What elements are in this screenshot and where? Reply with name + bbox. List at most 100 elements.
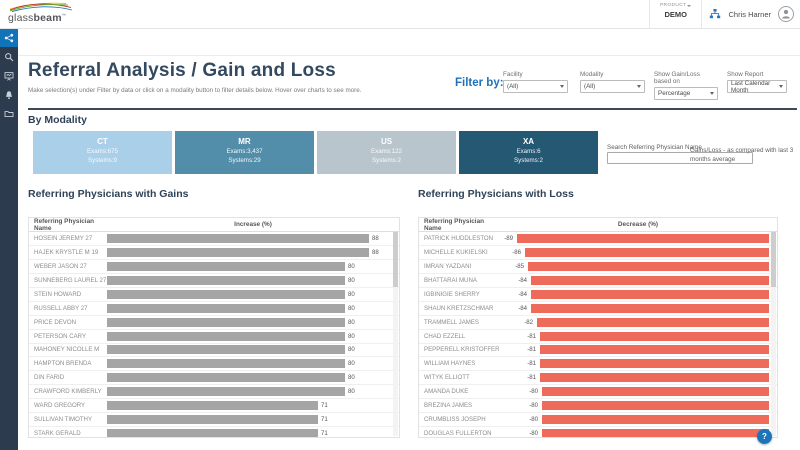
loss-bar[interactable] bbox=[540, 359, 769, 368]
table-row[interactable]: PEPPERELL KRISTOFFER-81 bbox=[419, 344, 777, 358]
table-row[interactable]: WITYK ELLIOTT-81 bbox=[419, 371, 777, 385]
facility-dropdown[interactable]: (All) bbox=[503, 80, 568, 93]
share-network-icon bbox=[4, 33, 14, 43]
losses-scrollbar[interactable] bbox=[771, 232, 776, 436]
physician-name: MICHELLE KUKIELSKI bbox=[419, 249, 499, 256]
value-label: -84 bbox=[499, 305, 531, 312]
gains-scrollbar[interactable] bbox=[393, 232, 398, 436]
modality-systems: Systems:2 bbox=[317, 157, 456, 164]
logo-swoosh-icon bbox=[8, 2, 74, 12]
modality-button-us[interactable]: US Exams:122 Systems:2 bbox=[317, 131, 456, 174]
physician-name: IMRAN YAZDANI bbox=[419, 263, 499, 270]
physician-name: STARK GERALD bbox=[29, 430, 107, 437]
gain-bar[interactable] bbox=[107, 248, 369, 257]
physician-name: RUSSELL ABBY 27 bbox=[29, 305, 107, 312]
table-row[interactable]: WARD GREGORY71 bbox=[29, 399, 399, 413]
value-label: 80 bbox=[348, 360, 355, 367]
gain-bar[interactable] bbox=[107, 304, 345, 313]
gain-bar[interactable] bbox=[107, 415, 318, 424]
table-row[interactable]: SULLIVAN TIMOTHY71 bbox=[29, 413, 399, 427]
physician-name: PATRICK HUDDLESTON bbox=[419, 235, 499, 242]
loss-bar[interactable] bbox=[540, 345, 769, 354]
table-row[interactable]: PETERSON CARY80 bbox=[29, 330, 399, 344]
presentation-board-icon bbox=[4, 71, 14, 81]
loss-bar[interactable] bbox=[540, 332, 769, 341]
avatar[interactable] bbox=[778, 6, 794, 22]
loss-bar[interactable] bbox=[531, 304, 769, 313]
loss-bar[interactable] bbox=[540, 373, 769, 382]
gain-bar[interactable] bbox=[107, 234, 369, 243]
loss-bar[interactable] bbox=[542, 387, 769, 396]
table-row[interactable]: CRUMBLISS JOSEPH-80 bbox=[419, 413, 777, 427]
gain-bar[interactable] bbox=[107, 359, 345, 368]
table-row[interactable]: WILLIAM HAYNES-81 bbox=[419, 357, 777, 371]
physician-name: IGBINIGIE SHERRY bbox=[419, 291, 499, 298]
filter-modality-label: Modality bbox=[580, 71, 645, 78]
physician-name: CRUMBLISS JOSEPH bbox=[419, 416, 499, 423]
gain-bar[interactable] bbox=[107, 290, 345, 299]
table-row[interactable]: PRICE DEVON80 bbox=[29, 316, 399, 330]
table-row[interactable]: STEIN HOWARD80 bbox=[29, 288, 399, 302]
gain-bar[interactable] bbox=[107, 262, 345, 271]
loss-bar[interactable] bbox=[542, 401, 769, 410]
gainloss-basis-dropdown[interactable]: Percentage bbox=[654, 87, 718, 100]
gain-bar[interactable] bbox=[107, 276, 345, 285]
table-row[interactable]: MICHELLE KUKIELSKI-86 bbox=[419, 246, 777, 260]
gain-bar[interactable] bbox=[107, 332, 345, 341]
modality-code: XA bbox=[459, 137, 598, 146]
gain-bar[interactable] bbox=[107, 429, 318, 438]
product-selector[interactable]: PRODUCT DEMO bbox=[649, 0, 703, 28]
loss-bar[interactable] bbox=[531, 276, 769, 285]
table-row[interactable]: DOUGLAS FULLERTON-80 bbox=[419, 427, 777, 438]
table-row[interactable]: WEBER JASON 2780 bbox=[29, 260, 399, 274]
table-row[interactable]: TRAMMELL JAMES-82 bbox=[419, 316, 777, 330]
help-button[interactable]: ? bbox=[757, 429, 772, 444]
sidebar-item-dashboards[interactable] bbox=[0, 66, 18, 85]
loss-bar[interactable] bbox=[542, 415, 769, 424]
table-row[interactable]: PATRICK HUDDLESTON-89 bbox=[419, 232, 777, 246]
app-header: glassbeam™ PRODUCT DEMO Chris Harner bbox=[0, 0, 800, 29]
modality-button-xa[interactable]: XA Exams:6 Systems:2 bbox=[459, 131, 598, 174]
gain-bar[interactable] bbox=[107, 373, 345, 382]
user-name[interactable]: Chris Harner bbox=[728, 10, 771, 19]
table-row[interactable]: CRAWFORD KIMBERLY80 bbox=[29, 385, 399, 399]
gain-bar[interactable] bbox=[107, 401, 318, 410]
gain-bar[interactable] bbox=[107, 345, 345, 354]
table-row[interactable]: MAHONEY NICOLLE M80 bbox=[29, 344, 399, 358]
modality-dropdown[interactable]: (All) bbox=[580, 80, 645, 93]
table-row[interactable]: HAMPTON BRENDA80 bbox=[29, 357, 399, 371]
gain-bar[interactable] bbox=[107, 318, 345, 327]
table-row[interactable]: AMANDA DUKE-80 bbox=[419, 385, 777, 399]
value-label: 80 bbox=[348, 263, 355, 270]
loss-bar[interactable] bbox=[537, 318, 769, 327]
loss-bar[interactable] bbox=[528, 262, 769, 271]
table-row[interactable]: HOSEIN JEREMY 2788 bbox=[29, 232, 399, 246]
loss-bar[interactable] bbox=[542, 429, 769, 438]
table-row[interactable]: STARK GERALD71 bbox=[29, 427, 399, 438]
gain-bar[interactable] bbox=[107, 387, 345, 396]
org-chart-icon[interactable] bbox=[709, 8, 721, 20]
sidebar-item-analytics[interactable] bbox=[0, 28, 18, 47]
physician-name: HAJEK KRYSTLE M 19 bbox=[29, 249, 107, 256]
loss-bar[interactable] bbox=[531, 290, 769, 299]
table-row[interactable]: SUNNEBERG LAUREL 2780 bbox=[29, 274, 399, 288]
table-row[interactable]: BREZINA JAMES-80 bbox=[419, 399, 777, 413]
sidebar-item-alerts[interactable] bbox=[0, 85, 18, 104]
table-row[interactable]: HAJEK KRYSTLE M 1988 bbox=[29, 246, 399, 260]
table-row[interactable]: DIN FARID80 bbox=[29, 371, 399, 385]
physician-name: SHAUN KRETZSCHMAR bbox=[419, 305, 499, 312]
loss-bar[interactable] bbox=[525, 248, 769, 257]
table-row[interactable]: BHATTARAI MUNA-84 bbox=[419, 274, 777, 288]
modality-button-ct[interactable]: CT Exams:675 Systems:9 bbox=[33, 131, 172, 174]
sidebar-item-search[interactable] bbox=[0, 47, 18, 66]
physician-name: BREZINA JAMES bbox=[419, 402, 499, 409]
table-row[interactable]: RUSSELL ABBY 2780 bbox=[29, 302, 399, 316]
table-row[interactable]: SHAUN KRETZSCHMAR-84 bbox=[419, 302, 777, 316]
table-row[interactable]: IMRAN YAZDANI-85 bbox=[419, 260, 777, 274]
loss-bar[interactable] bbox=[517, 234, 769, 243]
table-row[interactable]: IGBINIGIE SHERRY-84 bbox=[419, 288, 777, 302]
modality-button-mr[interactable]: MR Exams:3,437 Systems:29 bbox=[175, 131, 314, 174]
table-row[interactable]: CHAD EZZELL-81 bbox=[419, 330, 777, 344]
show-report-dropdown[interactable]: Last Calendar Month bbox=[727, 80, 787, 93]
sidebar-item-files[interactable] bbox=[0, 104, 18, 123]
